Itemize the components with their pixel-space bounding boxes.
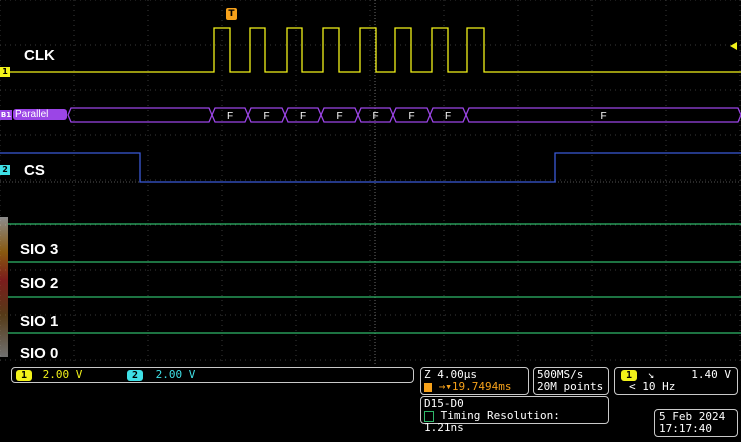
trigger-pos-icon [424, 382, 432, 392]
cs-label: CS [24, 162, 45, 179]
clk-label: CLK [24, 47, 55, 64]
trigger-panel[interactable]: 1 ↘ 1.40 V < 10 Hz [614, 367, 738, 395]
bus-value-label: F [227, 111, 233, 122]
parallel-bus-trace: FFFFFFFF [67, 107, 741, 123]
waveform-display[interactable]: FFFFFFFF [0, 0, 741, 365]
trigger-source-chip[interactable]: 1 [621, 369, 637, 381]
digital-group-marker [0, 217, 8, 357]
ch1-chip[interactable]: 1 [16, 369, 32, 381]
sio0-label: SIO 0 [20, 345, 59, 362]
ch2-ground-marker[interactable]: 2 [0, 165, 10, 175]
bus-value-label: F [408, 111, 414, 122]
bus-value-label: F [445, 111, 451, 122]
bus-marker[interactable]: B1 [0, 110, 12, 120]
record-length: 20M points [537, 380, 604, 393]
channel-scale-panel[interactable]: 1 2.00 V 2 2.00 V [11, 367, 414, 383]
ch2-chip[interactable]: 2 [127, 369, 143, 381]
sio2-label: SIO 2 [20, 275, 59, 292]
acquisition-panel[interactable]: 500MS/s 20M points [533, 367, 609, 395]
arrow-icon: →▾ [438, 380, 452, 393]
trigger-position-value[interactable]: 19.7494ms [452, 380, 512, 393]
ch1-ground-marker[interactable]: 1 [0, 67, 10, 77]
trigger-frequency: < 10 Hz [629, 380, 676, 393]
timing-resolution: Timing Resolution: 1.21ns [424, 409, 560, 434]
bus-segment [67, 107, 213, 123]
trigger-level-arrow-icon[interactable] [730, 42, 737, 50]
clock-panel: 5 Feb 2024 17:17:40 [654, 409, 738, 437]
bus-value-label: F [372, 111, 378, 122]
parallel-bus-tag[interactable]: Parallel [13, 109, 67, 120]
trigger-position-marker[interactable]: T [226, 8, 237, 20]
timing-icon [424, 410, 434, 422]
ch2-scale[interactable]: 2.00 V [156, 368, 196, 381]
bus-value-label: F [336, 111, 342, 122]
sio1-label: SIO 1 [20, 313, 59, 330]
bus-value-label: F [600, 111, 606, 122]
time: 17:17:40 [659, 422, 712, 435]
cs-trace [0, 152, 741, 183]
bus-value-label: F [300, 111, 306, 122]
horizontal-panel[interactable]: Z 4.00µs →▾19.7494ms [420, 367, 529, 395]
bus-value-label: F [263, 111, 269, 122]
ch1-scale[interactable]: 2.00 V [43, 368, 83, 381]
sio3-label: SIO 3 [20, 241, 59, 258]
trigger-level[interactable]: 1.40 V [691, 369, 731, 381]
digital-panel[interactable]: D15-D0 Timing Resolution: 1.21ns [420, 396, 609, 434]
